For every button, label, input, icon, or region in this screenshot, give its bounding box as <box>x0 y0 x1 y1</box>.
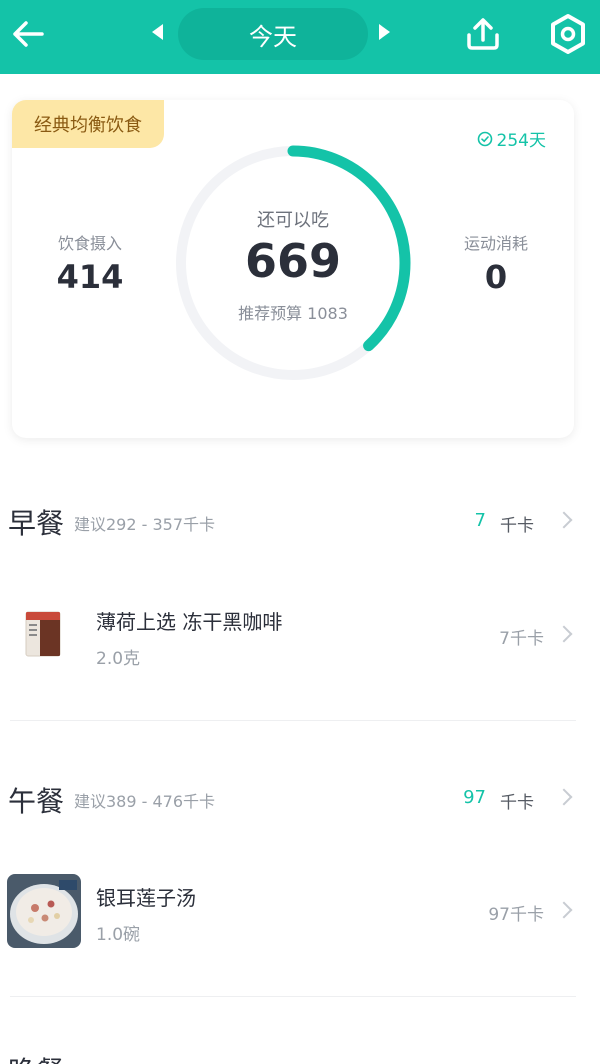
streak-days-value: 254天 <box>496 131 546 151</box>
calorie-summary-card[interactable]: 经典均衡饮食 254天 饮食摄入 414 还可以吃 669 推荐预算 1083 … <box>12 100 574 438</box>
arrow-left-icon <box>13 21 44 47</box>
date-label: 今天 <box>249 22 297 51</box>
check-circle-icon <box>477 131 492 146</box>
budget-text: 推荐预算 1083 <box>238 304 348 323</box>
next-day-button[interactable] <box>379 24 390 40</box>
food-amount: 1.0碗 <box>96 925 141 945</box>
chevron-right-icon[interactable] <box>555 511 573 529</box>
remaining-label: 还可以吃 <box>257 210 329 231</box>
remaining-value: 669 <box>244 234 342 288</box>
exercise-label: 运动消耗 <box>463 234 528 253</box>
meal-suggestion-breakfast: 建议292 - 357千卡 <box>74 515 216 534</box>
soup-bowl-icon <box>7 874 81 948</box>
food-name: 银耳莲子汤 <box>96 886 196 910</box>
intake-label: 饮食摄入 <box>57 234 122 253</box>
chevron-right-icon[interactable] <box>555 788 573 806</box>
coffee-package-icon <box>24 610 62 658</box>
back-button[interactable] <box>8 14 48 54</box>
exercise-value: 0 <box>484 258 508 296</box>
share-upload-icon <box>467 18 499 50</box>
hexagon-settings-icon <box>551 14 585 54</box>
food-kcal: 7千卡 <box>499 629 544 649</box>
chevron-right-icon <box>555 625 573 643</box>
food-amount: 2.0克 <box>96 649 141 669</box>
settings-button[interactable] <box>546 12 590 56</box>
meal-kcal-breakfast: 7 <box>474 510 486 531</box>
divider <box>10 996 576 997</box>
meal-kcal-unit-breakfast: 千卡 <box>500 516 534 536</box>
meal-title-breakfast[interactable]: 早餐 <box>8 502 64 542</box>
intake-value: 414 <box>56 258 124 296</box>
diet-plan-label: 经典均衡饮食 <box>34 115 142 136</box>
divider <box>10 720 576 721</box>
meal-kcal-lunch: 97 <box>463 787 486 808</box>
meal-title-dinner[interactable]: 晚餐 <box>8 1050 64 1064</box>
meal-title-lunch[interactable]: 午餐 <box>8 780 64 820</box>
chevron-right-icon <box>555 901 573 919</box>
meal-suggestion-lunch: 建议389 - 476千卡 <box>74 792 216 811</box>
previous-day-button[interactable] <box>152 24 163 40</box>
diet-plan-tag[interactable]: 经典均衡饮食 <box>12 100 164 148</box>
food-name: 薄荷上选 冻干黑咖啡 <box>96 610 283 634</box>
streak-days: 254天 <box>477 126 546 151</box>
share-button[interactable] <box>462 13 504 55</box>
date-selector[interactable]: 今天 <box>178 8 368 60</box>
top-bar: 今天 <box>0 0 600 74</box>
food-kcal: 97千卡 <box>488 905 544 925</box>
meal-kcal-unit-lunch: 千卡 <box>500 793 534 813</box>
